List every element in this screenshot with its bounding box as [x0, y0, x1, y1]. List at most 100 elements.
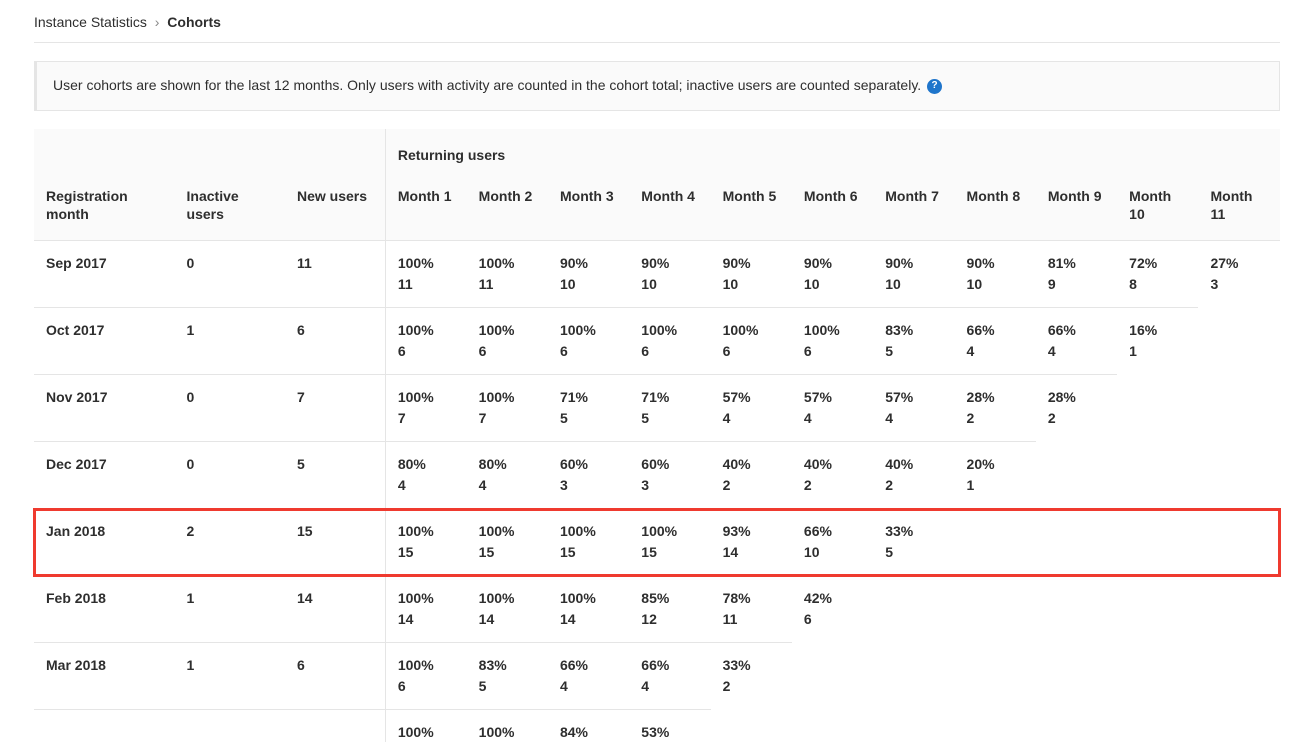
cell-month — [955, 643, 1036, 710]
cell-percent: 66% — [1048, 320, 1107, 341]
cell-month: 40%2 — [873, 442, 954, 509]
cell-registration-month: Dec 2017 — [34, 442, 175, 509]
cell-percent: 90% — [804, 253, 863, 274]
cell-percent: 33% — [723, 655, 782, 676]
cell-count: 11 — [398, 274, 457, 295]
cell-percent: 100% — [804, 320, 863, 341]
cell-month: 16%1 — [1117, 308, 1198, 375]
header-month-1: Month 1 — [385, 169, 466, 241]
cell-percent: 100% — [479, 588, 538, 609]
cell-month: 100%14 — [385, 576, 466, 643]
table-row: Mar 201816100%683%566%466%433%2 — [34, 643, 1280, 710]
help-icon[interactable]: ? — [927, 79, 942, 94]
cell-month — [1117, 643, 1198, 710]
cell-month — [955, 576, 1036, 643]
table-row: Oct 201716100%6100%6100%6100%6100%6100%6… — [34, 308, 1280, 375]
cell-count: 4 — [398, 475, 457, 496]
header-month-9: Month 9 — [1036, 169, 1117, 241]
cell-month: 40%2 — [792, 442, 873, 509]
header-month-5: Month 5 — [711, 169, 792, 241]
cell-count: 1 — [1129, 341, 1188, 362]
cell-count: 10 — [560, 274, 619, 295]
cell-percent: 16% — [1129, 320, 1188, 341]
cell-month: 100%15 — [467, 509, 548, 576]
cell-percent: 78% — [723, 588, 782, 609]
breadcrumb-parent[interactable]: Instance Statistics — [34, 14, 147, 30]
cell-percent: 100% — [479, 320, 538, 341]
cell-month: 84% — [548, 710, 629, 742]
cell-percent: 28% — [1048, 387, 1107, 408]
cell-count: 6 — [479, 341, 538, 362]
cell-month: 100%6 — [467, 308, 548, 375]
cell-month: 81%9 — [1036, 241, 1117, 308]
table-row: Dec 20170580%480%460%360%340%240%240%220… — [34, 442, 1280, 509]
cell-month: 100%11 — [467, 241, 548, 308]
cell-percent: 90% — [967, 253, 1026, 274]
cell-month — [1036, 509, 1117, 576]
cell-inactive-users: 1 — [175, 576, 285, 643]
cell-percent: 100% — [398, 588, 457, 609]
cell-month: 100%11 — [385, 241, 466, 308]
cell-percent: 85% — [641, 588, 700, 609]
table-header: Returning users Registration month Inact… — [34, 129, 1280, 241]
cell-month: 93%14 — [711, 509, 792, 576]
cell-month — [1117, 710, 1198, 742]
cell-month — [1198, 509, 1280, 576]
header-month-4: Month 4 — [629, 169, 710, 241]
cell-new-users: 11 — [285, 241, 385, 308]
cell-month — [873, 643, 954, 710]
table-row: Sep 2017011100%11100%1190%1090%1090%1090… — [34, 241, 1280, 308]
cell-percent: 100% — [641, 521, 700, 542]
cell-percent: 100% — [398, 387, 457, 408]
table-row: Feb 2018114100%14100%14100%1485%1278%114… — [34, 576, 1280, 643]
cell-month: 90%10 — [629, 241, 710, 308]
cell-month: 90%10 — [792, 241, 873, 308]
cell-percent: 100% — [398, 655, 457, 676]
cell-count: 6 — [560, 341, 619, 362]
cell-registration-month: Sep 2017 — [34, 241, 175, 308]
cell-month — [1198, 643, 1280, 710]
cell-month: 72%8 — [1117, 241, 1198, 308]
cell-count: 4 — [804, 408, 863, 429]
cell-registration-month: Mar 2018 — [34, 643, 175, 710]
cell-month: 83%5 — [873, 308, 954, 375]
cell-month — [1117, 509, 1198, 576]
cell-percent: 100% — [479, 387, 538, 408]
cell-month: 78%11 — [711, 576, 792, 643]
cell-month: 80%4 — [467, 442, 548, 509]
cell-month: 66%4 — [955, 308, 1036, 375]
cell-month: 57%4 — [792, 375, 873, 442]
cell-percent: 42% — [804, 588, 863, 609]
header-month-10: Month 10 — [1117, 169, 1198, 241]
breadcrumb: Instance Statistics › Cohorts — [34, 12, 1280, 43]
cell-month: 66%4 — [629, 643, 710, 710]
cell-count: 4 — [967, 341, 1026, 362]
cell-month: 20%1 — [955, 442, 1036, 509]
cell-inactive-users: 2 — [175, 509, 285, 576]
cell-percent: 90% — [723, 253, 782, 274]
cell-percent: 40% — [723, 454, 782, 475]
cell-month: 100%6 — [385, 643, 466, 710]
cell-percent: 100% — [560, 521, 619, 542]
cell-registration-month: Feb 2018 — [34, 576, 175, 643]
cell-count: 5 — [560, 408, 619, 429]
cell-count: 4 — [723, 408, 782, 429]
cell-count: 10 — [804, 274, 863, 295]
cell-month — [1117, 442, 1198, 509]
header-returning-users: Returning users — [385, 129, 1280, 169]
cell-month: 60%3 — [629, 442, 710, 509]
cell-percent: 100% — [398, 521, 457, 542]
cell-month: 100%6 — [711, 308, 792, 375]
cell-month: 66%4 — [548, 643, 629, 710]
cell-month: 90%10 — [711, 241, 792, 308]
cell-month: 100%6 — [385, 308, 466, 375]
cell-count: 6 — [723, 341, 782, 362]
cell-count: 14 — [398, 609, 457, 630]
cell-count: 2 — [1048, 408, 1107, 429]
cell-month — [1036, 576, 1117, 643]
cell-percent: 28% — [967, 387, 1026, 408]
cell-count: 6 — [804, 341, 863, 362]
cell-count: 14 — [479, 609, 538, 630]
cell-inactive-users: 0 — [175, 442, 285, 509]
header-blank — [175, 129, 285, 169]
